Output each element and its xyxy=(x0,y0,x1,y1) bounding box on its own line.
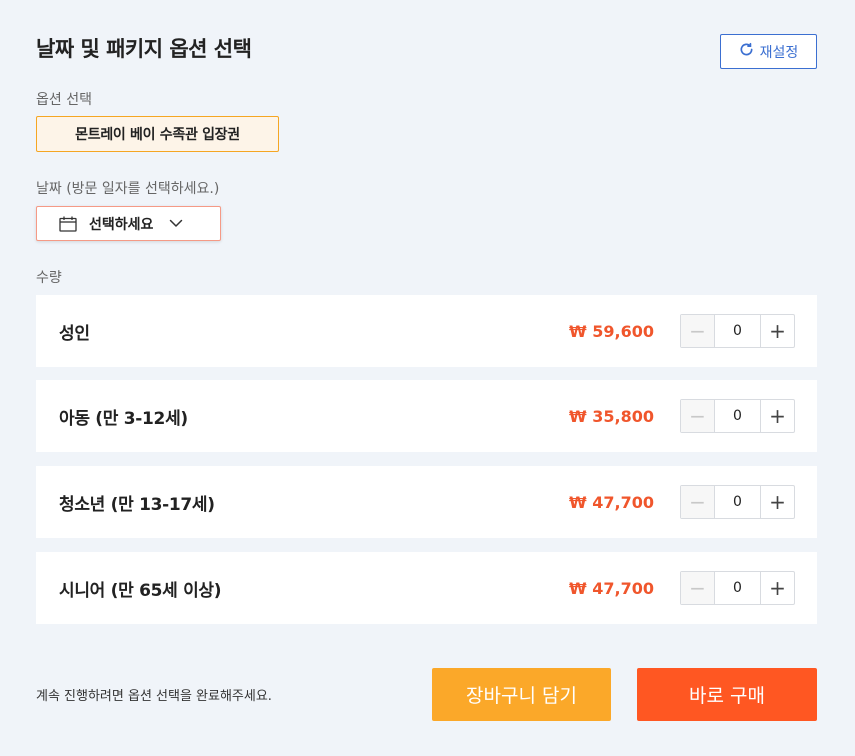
chevron-down-icon xyxy=(169,219,183,228)
quantity-row-child: 아동 (만 3-12세) ₩ 35,800 − 0 + xyxy=(36,380,817,452)
reset-button[interactable]: 재설정 xyxy=(720,34,817,69)
quantity-stepper: − 0 + xyxy=(680,399,795,433)
quantity-row-adult: 성인 ₩ 59,600 − 0 + xyxy=(36,295,817,367)
refresh-icon xyxy=(739,42,754,61)
increment-button[interactable]: + xyxy=(760,572,794,604)
buy-now-button[interactable]: 바로 구매 xyxy=(637,668,817,721)
quantity-input[interactable]: 0 xyxy=(715,486,760,518)
increment-button[interactable]: + xyxy=(760,486,794,518)
date-label: 날짜 (방문 일자를 선택하세요.) xyxy=(36,181,220,197)
ticket-type-name: 아동 (만 3-12세) xyxy=(59,408,188,429)
reset-button-label: 재설정 xyxy=(759,44,799,61)
completion-notice: 계속 진행하려면 옵션 선택을 완료해주세요. xyxy=(36,689,272,704)
calendar-icon xyxy=(59,216,77,232)
date-select[interactable]: 선택하세요 xyxy=(36,206,221,241)
quantity-stepper: − 0 + xyxy=(680,571,795,605)
option-chip-aquarium-ticket[interactable]: 몬트레이 베이 수족관 입장권 xyxy=(36,116,279,152)
page-title: 날짜 및 패키지 옵션 선택 xyxy=(36,37,252,61)
option-label: 옵션 선택 xyxy=(36,92,92,108)
quantity-stepper: − 0 + xyxy=(680,485,795,519)
ticket-price: ₩ 47,700 xyxy=(569,578,654,598)
quantity-stepper: − 0 + xyxy=(680,314,795,348)
ticket-price: ₩ 35,800 xyxy=(569,406,654,426)
ticket-type-name: 시니어 (만 65세 이상) xyxy=(59,580,222,601)
increment-button[interactable]: + xyxy=(760,400,794,432)
quantity-input[interactable]: 0 xyxy=(715,315,760,347)
ticket-type-name: 성인 xyxy=(59,323,90,344)
add-to-cart-button[interactable]: 장바구니 담기 xyxy=(432,668,611,721)
quantity-row-senior: 시니어 (만 65세 이상) ₩ 47,700 − 0 + xyxy=(36,552,817,624)
decrement-button[interactable]: − xyxy=(681,486,715,518)
quantity-label: 수량 xyxy=(36,270,62,286)
increment-button[interactable]: + xyxy=(760,315,794,347)
ticket-type-name: 청소년 (만 13-17세) xyxy=(59,494,215,515)
ticket-price: ₩ 47,700 xyxy=(569,492,654,512)
decrement-button[interactable]: − xyxy=(681,400,715,432)
date-select-value: 선택하세요 xyxy=(89,216,154,233)
decrement-button[interactable]: − xyxy=(681,572,715,604)
quantity-input[interactable]: 0 xyxy=(715,400,760,432)
decrement-button[interactable]: − xyxy=(681,315,715,347)
quantity-input[interactable]: 0 xyxy=(715,572,760,604)
ticket-price: ₩ 59,600 xyxy=(569,321,654,341)
quantity-row-youth: 청소년 (만 13-17세) ₩ 47,700 − 0 + xyxy=(36,466,817,538)
